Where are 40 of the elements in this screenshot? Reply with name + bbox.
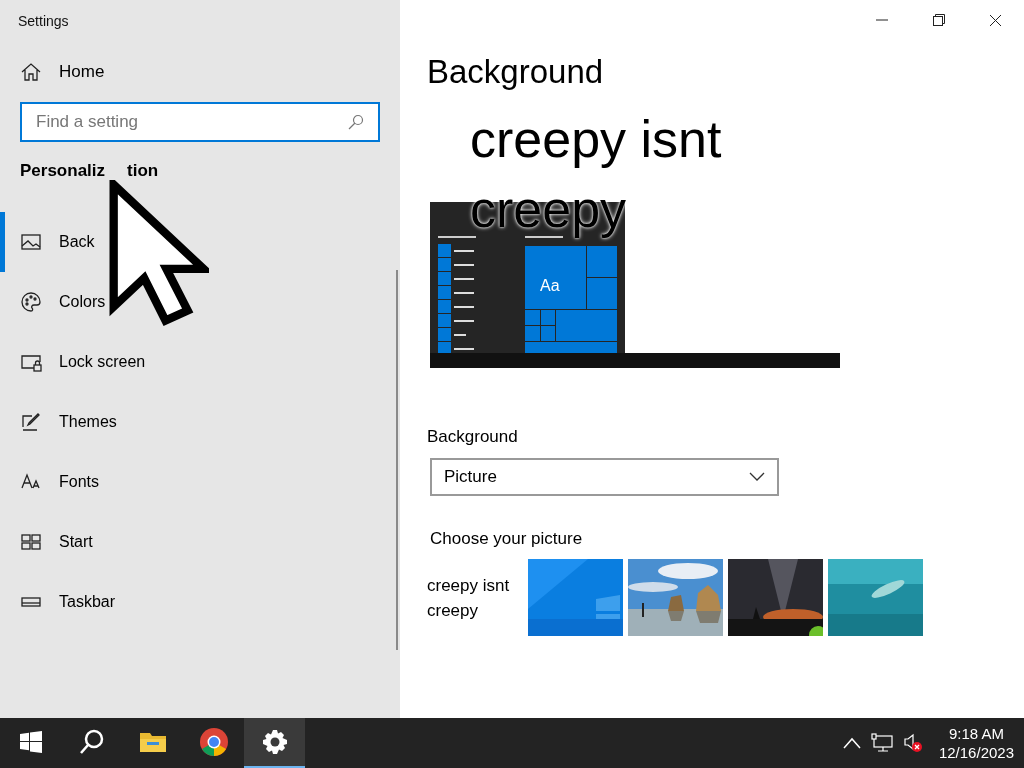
muted-speaker-icon[interactable] xyxy=(902,733,923,753)
start-tiles-icon xyxy=(20,531,42,553)
background-dropdown[interactable]: Picture xyxy=(430,457,779,496)
nav-item[interactable]: Taskbar xyxy=(0,572,400,632)
home-icon xyxy=(20,61,42,83)
search-icon xyxy=(78,729,105,755)
nav-item[interactable]: Fonts xyxy=(0,452,400,512)
field-label: Choose your picture xyxy=(430,528,583,548)
clock-date[interactable]: 12/16/2023 xyxy=(938,743,1014,762)
folder-icon xyxy=(138,730,167,754)
nav-item[interactable]: Lock screen xyxy=(0,332,400,392)
chevron-up-icon[interactable] xyxy=(842,737,861,749)
taskbar-button[interactable] xyxy=(244,718,305,768)
restore-icon xyxy=(932,14,945,26)
picture-icon xyxy=(20,231,42,253)
brush-icon xyxy=(20,411,42,433)
network-icon[interactable] xyxy=(870,733,893,753)
search-field[interactable]: Find a setting xyxy=(20,102,380,142)
section-heading: tion xyxy=(127,160,159,183)
page-title: Background xyxy=(427,52,605,92)
window-title: Settings xyxy=(18,11,69,31)
browser-icon xyxy=(198,727,229,757)
mouse-pointer-icon xyxy=(109,180,209,328)
palette-icon xyxy=(20,291,42,313)
nav-item[interactable]: Start xyxy=(0,512,400,572)
wallpaper-text: creepy isnt xyxy=(470,109,722,170)
home-link[interactable]: Home xyxy=(0,42,400,102)
chevron-down-icon xyxy=(749,471,765,482)
close-icon xyxy=(989,13,1002,27)
settings-icon xyxy=(261,729,288,755)
search-icon xyxy=(348,114,364,130)
nav-item[interactable]: Themes xyxy=(0,392,400,452)
section-heading: Personaliz xyxy=(20,160,106,183)
field-label: Background xyxy=(427,427,518,446)
minimize-icon xyxy=(875,19,888,21)
thumbnail-text: creepy isnt xyxy=(427,574,511,597)
windows-icon xyxy=(19,731,42,753)
clock-time[interactable]: 9:18 AM xyxy=(948,724,1004,743)
thumbnail-text: creepy xyxy=(427,599,480,622)
tile-label: Aa xyxy=(540,276,560,296)
